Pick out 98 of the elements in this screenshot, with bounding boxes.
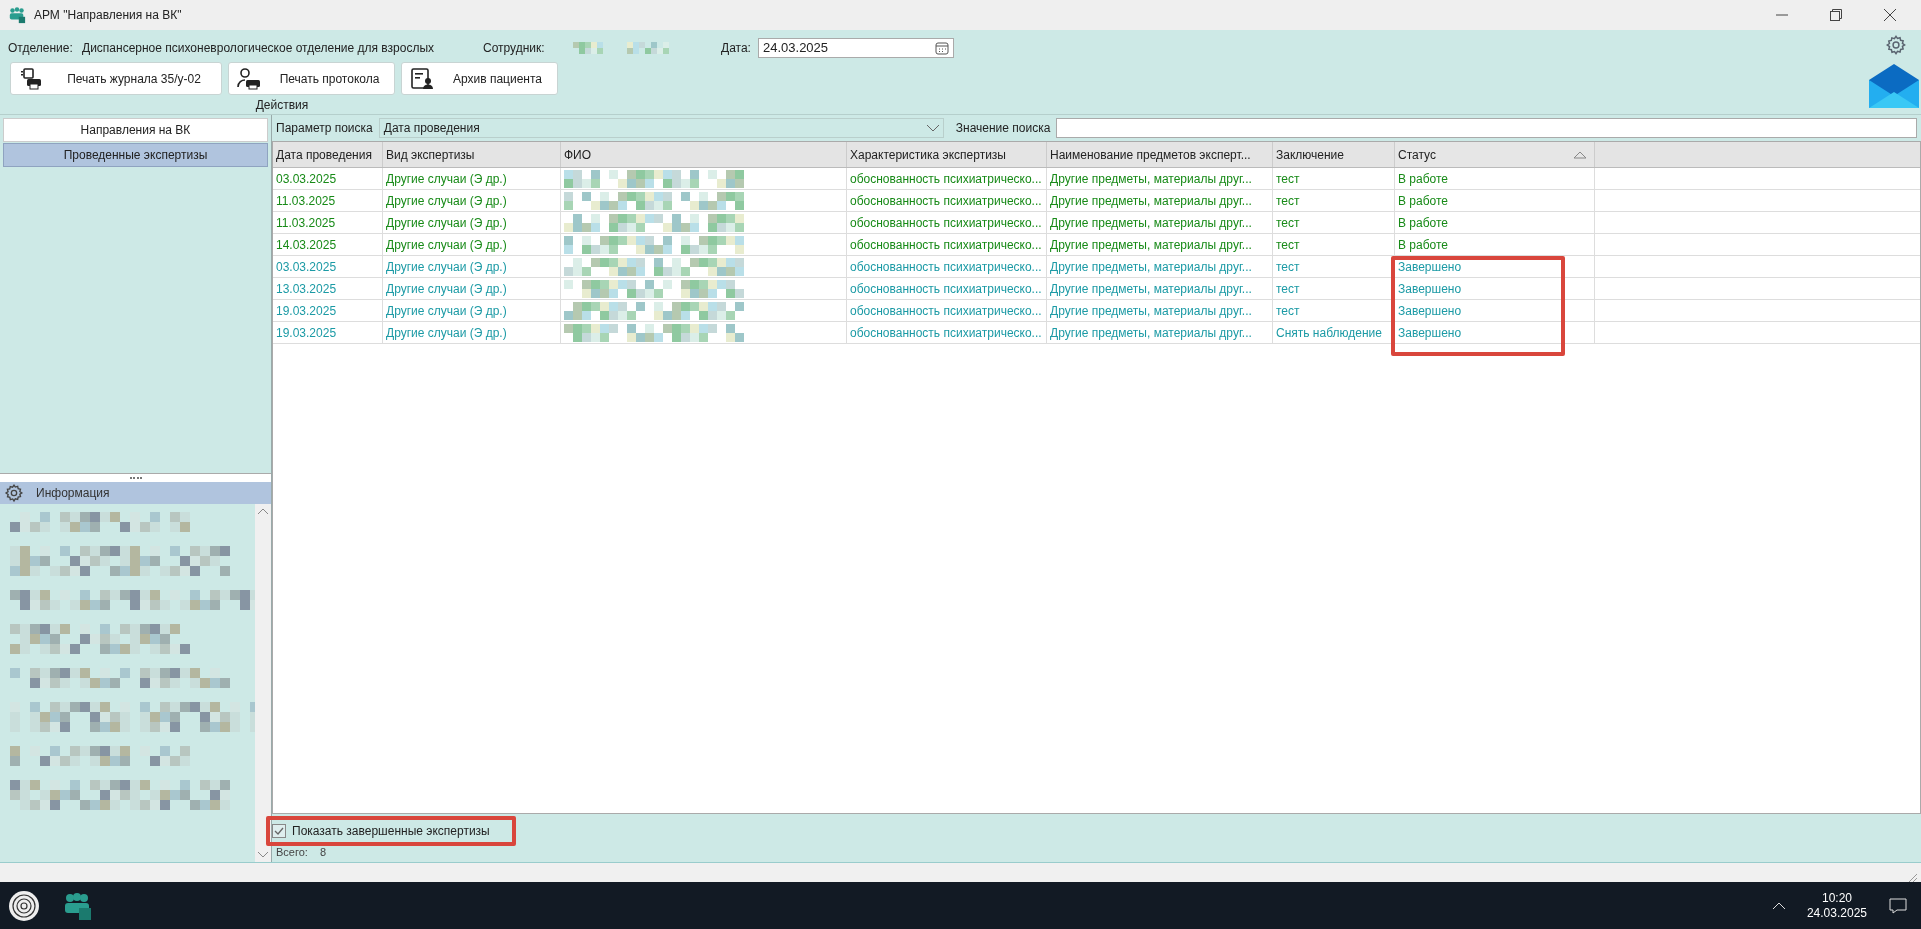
printer-icon xyxy=(19,66,43,91)
table-cell-text: обоснованность психиатрическо... xyxy=(850,192,1042,210)
department-value: Диспансерное психоневрологическое отделение для взрослых xyxy=(82,40,436,57)
table-cell-text: Другие случаи (Э др.) xyxy=(386,192,507,210)
table-cell-text: Другие предметы, материалы друг... xyxy=(1050,214,1252,232)
sidebar-tab[interactable]: Проведенные экспертизы xyxy=(3,143,268,167)
column-header[interactable]: Характеристика экспертизы xyxy=(847,142,1047,167)
table-cell-text: Другие случаи (Э др.) xyxy=(386,236,507,254)
search-param-dropdown[interactable]: Дата проведения xyxy=(378,118,944,138)
table-cell-text: Другие предметы, материалы друг... xyxy=(1050,302,1252,320)
table-cell-text: обоснованность психиатрическо... xyxy=(850,302,1042,320)
scrollbar[interactable] xyxy=(255,504,271,862)
table-cell-text: Другие предметы, материалы друг... xyxy=(1050,236,1252,254)
notification-icon[interactable] xyxy=(1889,896,1907,915)
column-header[interactable]: Наименование предметов эксперт... xyxy=(1047,142,1273,167)
table-cell-text: 11.03.2025 xyxy=(276,214,336,232)
table-cell-text: Другие случаи (Э др.) xyxy=(386,302,507,320)
table-cell-text: В работе xyxy=(1398,214,1448,232)
table-cell-text: Завершено xyxy=(1398,324,1462,342)
column-header[interactable]: ФИО xyxy=(561,142,847,167)
table-cell-text: Другие предметы, материалы друг... xyxy=(1050,258,1252,276)
action-button[interactable]: Архив пациента xyxy=(401,62,558,95)
search-param-label: Параметр поиска xyxy=(276,120,373,137)
search-value-label: Значение поиска xyxy=(955,120,1051,137)
table-cell-text: 11.03.2025 xyxy=(276,192,336,210)
close-icon xyxy=(1884,9,1896,21)
table-cell-text: Другие случаи (Э др.) xyxy=(386,258,507,276)
table-cell-text: Завершено xyxy=(1398,258,1462,276)
people-icon xyxy=(8,6,26,24)
table-cell-text: Другие случаи (Э др.) xyxy=(386,324,507,342)
table-cell-text: Другие случаи (Э др.) xyxy=(386,280,507,298)
table-cell-text: Другие предметы, материалы друг... xyxy=(1050,170,1252,188)
settings-icon[interactable] xyxy=(4,483,24,503)
table-cell-text: обоснованность психиатрическо... xyxy=(850,236,1042,254)
splitter-handle[interactable] xyxy=(129,477,142,479)
table-cell-text: тест xyxy=(1276,258,1300,276)
person-printer-icon xyxy=(237,66,261,91)
date-field[interactable]: 24.03.2025 xyxy=(758,38,954,58)
column-header[interactable]: Дата проведения xyxy=(273,142,383,167)
table-cell-text: Снять наблюдение xyxy=(1276,324,1382,342)
scroll-up-icon[interactable] xyxy=(258,508,268,514)
column-header[interactable]: Статус xyxy=(1395,142,1595,167)
mail-icon[interactable] xyxy=(1869,62,1919,110)
info-title: Информация xyxy=(36,485,110,502)
column-header[interactable]: Вид экспертизы xyxy=(383,142,561,167)
settings-icon[interactable] xyxy=(1885,34,1907,56)
table-cell-text: обоснованность психиатрическо... xyxy=(850,214,1042,232)
table-cell-text: В работе xyxy=(1398,236,1448,254)
scroll-down-icon[interactable] xyxy=(258,852,268,858)
show-completed-checkbox[interactable]: Показать завершенные экспертизы xyxy=(272,822,490,840)
table-cell-text: 13.03.2025 xyxy=(276,280,337,298)
calendar-icon[interactable] xyxy=(935,41,949,55)
checkmark-icon xyxy=(274,827,284,835)
table-cell-text: Завершено xyxy=(1398,280,1462,298)
table-cell-text: тест xyxy=(1276,280,1300,298)
table-cell-text: 19.03.2025 xyxy=(276,302,337,320)
search-field[interactable] xyxy=(1056,118,1917,138)
people-icon[interactable] xyxy=(62,890,92,921)
employee-label: Сотрудник: xyxy=(483,40,546,57)
table-cell-text: обоснованность психиатрическо... xyxy=(850,170,1042,188)
window-title: АРМ "Направления на ВК" xyxy=(34,7,182,24)
table-cell-text: тест xyxy=(1276,192,1300,210)
table-cell-text: 03.03.2025 xyxy=(276,170,337,188)
column-header[interactable]: Заключение xyxy=(1273,142,1395,167)
total-label: Всего: xyxy=(276,845,308,860)
table-cell-text: Завершено xyxy=(1398,302,1462,320)
table-cell-text: 03.03.2025 xyxy=(276,258,337,276)
table-cell-text: Другие случаи (Э др.) xyxy=(386,214,507,232)
table-cell-text: Другие предметы, материалы друг... xyxy=(1050,280,1252,298)
spiral-icon[interactable] xyxy=(8,889,40,922)
table-cell-text: Другие случаи (Э др.) xyxy=(386,170,507,188)
table-cell-text: тест xyxy=(1276,236,1300,254)
redacted-text xyxy=(573,42,603,54)
sidebar-tab[interactable]: Направления на ВК xyxy=(3,118,268,142)
restore-icon xyxy=(1830,9,1842,21)
archive-icon xyxy=(410,66,434,91)
table-cell-text: 14.03.2025 xyxy=(276,236,337,254)
total-value: 8 xyxy=(319,845,327,860)
table-cell-text: В работе xyxy=(1398,170,1448,188)
clock[interactable]: 10:20 24.03.2025 xyxy=(1806,890,1867,921)
chevron-down-icon[interactable] xyxy=(926,124,939,132)
table-cell-text: Другие предметы, материалы друг... xyxy=(1050,324,1252,342)
chevron-up-icon[interactable] xyxy=(1772,902,1785,909)
table-cell-text: тест xyxy=(1276,214,1300,232)
date-label: Дата: xyxy=(721,40,752,57)
table-cell-text: 19.03.2025 xyxy=(276,324,337,342)
table-cell-text: обоснованность психиатрическо... xyxy=(850,280,1042,298)
action-button[interactable]: Печать журнала 35/у-02 xyxy=(10,62,222,95)
table-cell-text: тест xyxy=(1276,170,1300,188)
table-cell-text: обоснованность психиатрическо... xyxy=(850,258,1042,276)
table-cell-text: обоснованность психиатрическо... xyxy=(850,324,1042,342)
table-cell-text: В работе xyxy=(1398,192,1448,210)
table-cell-text: тест xyxy=(1276,302,1300,320)
action-button[interactable]: Печать протокола xyxy=(228,62,395,95)
actions-group-label: Действия xyxy=(255,98,309,112)
table-cell-text: Другие предметы, материалы друг... xyxy=(1050,192,1252,210)
sort-icon[interactable] xyxy=(1573,150,1587,159)
department-label: Отделение: xyxy=(8,40,74,57)
